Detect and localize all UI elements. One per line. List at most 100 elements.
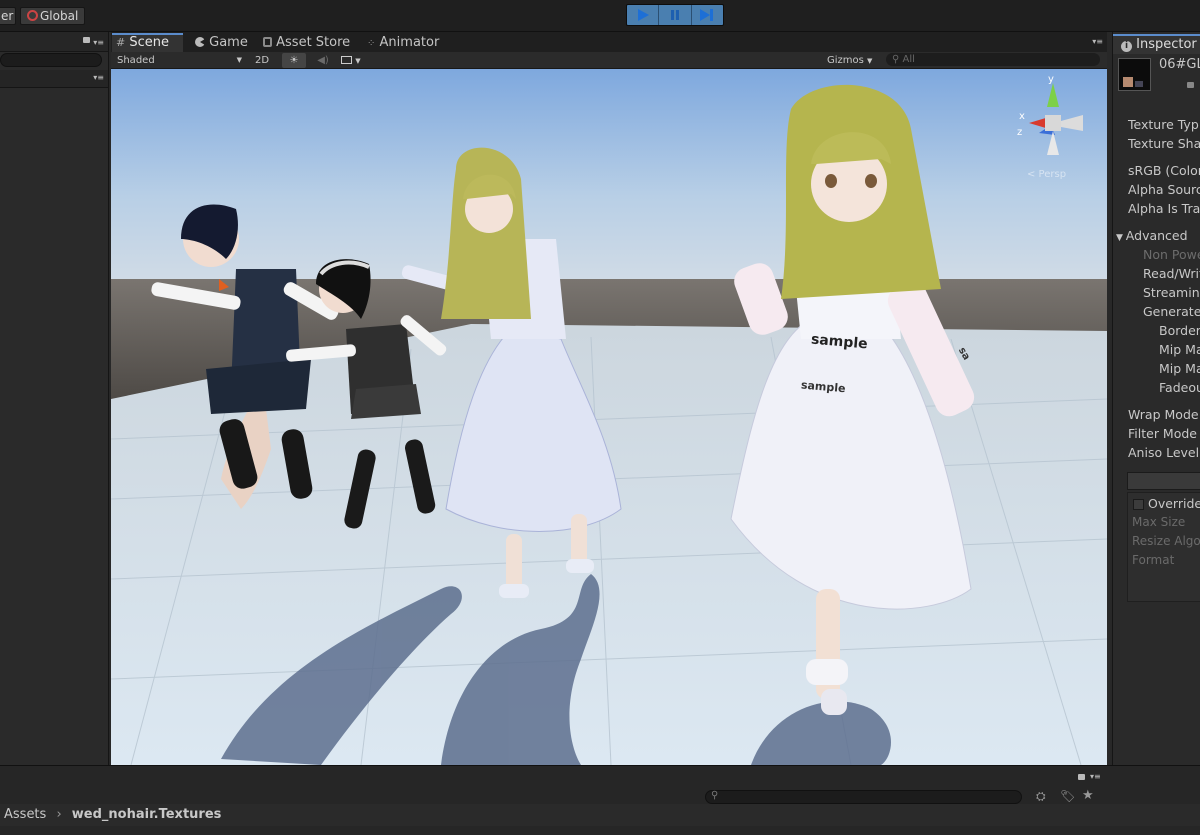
playmode-controls	[626, 4, 724, 26]
inspector-row-11: Mip Map	[1159, 342, 1200, 357]
chevron-down-icon: ▼	[236, 56, 242, 64]
inspector-row-7: Read/Writ	[1143, 266, 1200, 281]
chevron-down-icon: ▼	[355, 57, 361, 65]
inspector-row-15: Filter Mode	[1128, 426, 1197, 441]
inspector-row-12: Mip Map	[1159, 361, 1200, 376]
tab-scene[interactable]: # Scene	[112, 33, 183, 52]
project-panel-header: ▾≡	[0, 70, 108, 88]
scene-tab-strip: # Scene Game Asset Store ⁘ Animator ▾≡	[111, 32, 1107, 52]
chevron-right-icon: ›	[56, 807, 62, 822]
inspector-row-4: Alpha Is Tra	[1128, 201, 1200, 216]
info-icon: i	[1121, 41, 1132, 52]
scene-grid-icon: #	[116, 36, 126, 49]
play-icon	[637, 9, 649, 21]
animator-nodes-icon: ⁘	[367, 38, 376, 49]
lighting-toggle[interactable]: ☀	[282, 53, 306, 68]
audio-toggle[interactable]: ◀)	[314, 53, 332, 68]
lock-icon[interactable]	[1187, 82, 1194, 88]
tab-inspector[interactable]: i Inspector	[1113, 34, 1200, 54]
game-pacman-icon	[195, 37, 205, 47]
global-toggle-label: Global	[40, 9, 79, 23]
lock-icon[interactable]	[1078, 774, 1085, 780]
inspector-row-8: Streaming	[1143, 285, 1200, 300]
pause-icon	[670, 10, 679, 20]
inspector-row-9: Generate	[1143, 304, 1200, 319]
inspector-row-1: Texture Sha	[1128, 136, 1200, 151]
inspector-panel: i Inspector 06#GL Texture Typ Texture Sha…	[1112, 32, 1200, 765]
inspector-row-0: Texture Typ	[1128, 117, 1199, 132]
hierarchy-search-input[interactable]	[0, 53, 102, 67]
effects-dropdown[interactable]: ▼	[341, 53, 369, 68]
gizmos-label: Gizmos	[827, 55, 864, 66]
tab-animator-label: Animator	[379, 35, 440, 50]
scene-render: sample sample sa y x z < Persp	[111, 69, 1107, 765]
asset-name: 06#GL	[1159, 57, 1200, 72]
breadcrumb-root[interactable]: Assets	[4, 807, 46, 822]
inspector-row-6: Non Powe	[1143, 247, 1200, 262]
search-icon: ⚲	[892, 54, 900, 65]
shopping-bag-icon	[263, 37, 272, 47]
gizmo-z-label: z	[1017, 127, 1022, 138]
mode-2d-label: 2D	[254, 55, 270, 66]
inspector-row-2: sRGB (Color	[1128, 163, 1200, 178]
resize-algo-label: Resize Algo	[1132, 534, 1200, 548]
inspector-row-10: Border	[1159, 323, 1200, 338]
inspector-row-13: Fadeou	[1159, 380, 1200, 395]
speaker-icon: ◀)	[317, 55, 329, 66]
hierarchy-header: ▾≡	[0, 32, 108, 52]
search-icon: ⚲	[711, 790, 719, 801]
breadcrumb-folder[interactable]: wed_nohair.Textures	[72, 807, 222, 822]
persp-label[interactable]: < Persp	[1027, 169, 1066, 180]
step-icon	[700, 9, 714, 21]
panel-menu-icon[interactable]: ▾≡	[93, 38, 104, 47]
pivot-toggle-button[interactable]: er	[0, 7, 16, 25]
hierarchy-panel: ▾≡	[0, 32, 109, 765]
tab-animator[interactable]: ⁘ Animator	[363, 34, 453, 52]
scene-view-toolbar: Shaded ▼ 2D ☀ ◀) ▼ Gizmos ▼ ⚲ All	[111, 52, 1107, 69]
chevron-down-icon: ▼	[867, 57, 873, 65]
project-search-input[interactable]: ⚲	[705, 790, 1022, 804]
main-toolbar: er Global	[0, 0, 1200, 32]
tab-inspector-label: Inspector	[1136, 37, 1197, 52]
sky	[111, 69, 1107, 301]
texture-thumbnail	[1118, 58, 1151, 91]
global-icon	[27, 10, 38, 21]
breadcrumb: Assets › wed_nohair.Textures	[0, 804, 1200, 826]
sun-icon: ☀	[289, 55, 299, 66]
pivot-toggle-label: er	[1, 9, 14, 23]
platform-tab-bar[interactable]	[1127, 472, 1200, 490]
advanced-label: Advanced	[1125, 228, 1188, 243]
override-checkbox-row[interactable]: Override Max Size Resize Algo Format	[1127, 492, 1200, 602]
tab-asset-store[interactable]: Asset Store	[259, 34, 359, 52]
inspector-row-14: Wrap Mode	[1128, 407, 1199, 422]
step-button[interactable]	[691, 5, 723, 25]
play-button[interactable]	[627, 5, 660, 25]
scene-viewport[interactable]: sample sample sa y x z < Persp	[111, 69, 1107, 765]
inspector-row-5: ▼ Advanced	[1116, 228, 1188, 243]
favorites-star-icon[interactable]: ★	[1082, 788, 1094, 803]
tab-scene-label: Scene	[129, 35, 169, 50]
mode-2d-toggle[interactable]: 2D	[251, 53, 273, 68]
pause-button[interactable]	[659, 5, 692, 25]
lock-icon[interactable]	[83, 37, 90, 43]
inspector-row-3: Alpha Sourc	[1128, 182, 1200, 197]
override-label: Override	[1148, 496, 1200, 511]
shading-mode-dropdown[interactable]: Shaded ▼	[117, 53, 242, 68]
scene-search-input[interactable]: ⚲ All	[886, 53, 1100, 66]
global-toggle-button[interactable]: Global	[20, 7, 85, 25]
gizmo-y-label: y	[1048, 74, 1054, 85]
panel-menu-icon[interactable]: ▾≡	[1090, 772, 1101, 781]
filter-by-label-icon[interactable]: 🏷	[1060, 789, 1075, 803]
gizmo-x-label: x	[1019, 111, 1025, 122]
gizmos-dropdown[interactable]: Gizmos ▼	[827, 53, 877, 68]
foldout-arrow-icon[interactable]: ▼	[1116, 233, 1126, 243]
tab-game[interactable]: Game	[191, 34, 257, 52]
shading-mode-label: Shaded	[117, 55, 155, 66]
override-checkbox[interactable]	[1133, 499, 1144, 510]
tab-game-label: Game	[209, 35, 248, 50]
unity-editor-window: er Global ▾≡ ▾≡ # Scene Game Asset Store…	[0, 0, 1200, 835]
panel-menu-icon[interactable]: ▾≡	[1092, 37, 1103, 46]
panel-menu-icon[interactable]: ▾≡	[93, 73, 104, 82]
scene-search-placeholder: All	[902, 54, 915, 65]
filter-by-type-icon[interactable]: ⛭	[1036, 789, 1046, 804]
